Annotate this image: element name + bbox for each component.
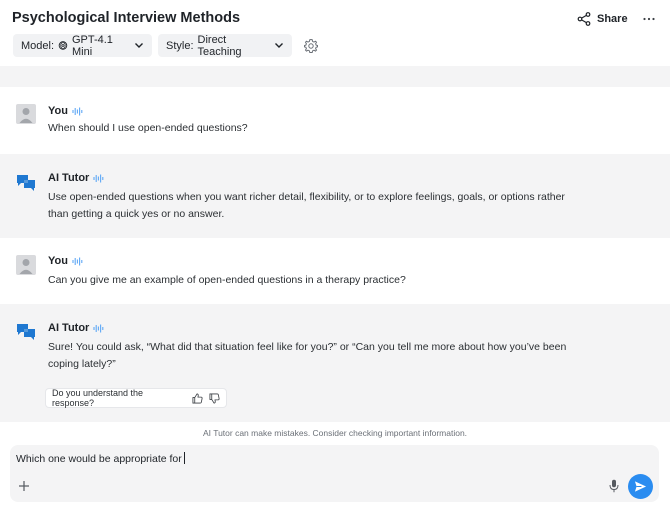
- audio-wave-icon[interactable]: [93, 174, 104, 183]
- model-selector[interactable]: Model: GPT-4.1 Mini: [13, 33, 152, 58]
- share-button[interactable]: Share: [577, 10, 628, 28]
- thumbs-up-icon: [192, 393, 203, 403]
- message-sender: You: [48, 105, 83, 117]
- share-label: Share: [597, 13, 628, 25]
- header-bar: Psychological Interview Methods Share Mo…: [0, 0, 670, 66]
- message-text: Can you give me an example of open-ended…: [48, 274, 406, 286]
- thumbs-up-button[interactable]: [192, 393, 203, 404]
- style-prefix: Style:: [166, 39, 194, 52]
- more-icon: [643, 17, 655, 21]
- chat-bubbles-icon: [17, 324, 35, 340]
- chevron-down-icon: [275, 43, 283, 48]
- gear-icon[interactable]: [303, 38, 319, 54]
- send-button[interactable]: [628, 474, 653, 499]
- model-value: GPT-4.1 Mini: [71, 33, 113, 58]
- message-ai-previous: [0, 66, 670, 87]
- send-icon: [634, 481, 647, 492]
- thumbs-down-icon: [209, 393, 220, 403]
- microphone-icon[interactable]: [609, 479, 619, 493]
- audio-wave-icon[interactable]: [72, 107, 83, 116]
- message-text: When should I use open-ended questions?: [48, 122, 248, 134]
- user-avatar-icon: [16, 104, 36, 124]
- chat-thread[interactable]: You When should I use open-ended questio…: [0, 66, 670, 422]
- message-sender: AI Tutor: [48, 322, 104, 334]
- audio-wave-icon[interactable]: [72, 257, 83, 266]
- thumbs-down-button[interactable]: [209, 393, 220, 404]
- feedback-prompt: Do you understand the response?: [45, 388, 227, 408]
- chat-bubbles-icon: [17, 175, 35, 191]
- openai-logo-icon: [58, 41, 68, 50]
- message-sender: You: [48, 255, 83, 267]
- disclaimer-text: AI Tutor can make mistakes. Consider che…: [202, 428, 468, 438]
- message-user: You Can you give me an example of open-e…: [0, 238, 670, 304]
- share-icon: [577, 12, 591, 26]
- model-prefix: Model:: [21, 39, 55, 52]
- message-text: Sure! You could ask, “What did that situ…: [48, 341, 567, 370]
- plus-icon[interactable]: [18, 480, 30, 492]
- message-sender: AI Tutor: [48, 172, 104, 184]
- style-selector[interactable]: Style: Direct Teaching: [158, 33, 292, 58]
- style-value: Direct Teaching: [197, 33, 242, 58]
- message-user: You When should I use open-ended questio…: [0, 87, 670, 154]
- chevron-down-icon: [135, 43, 143, 48]
- user-avatar-icon: [16, 255, 36, 275]
- message-composer[interactable]: Which one would be appropriate for: [10, 445, 659, 502]
- message-ai: AI Tutor Use open-ended questions when y…: [0, 154, 670, 238]
- feedback-question: Do you understand the response?: [52, 388, 144, 408]
- page-title: Psychological Interview Methods: [12, 10, 241, 26]
- message-ai: AI Tutor Sure! You could ask, “What did …: [0, 304, 670, 422]
- text-caret: [183, 452, 185, 464]
- more-options-button[interactable]: [641, 10, 657, 28]
- message-text: Use open-ended questions when you want r…: [48, 191, 565, 220]
- audio-wave-icon[interactable]: [93, 324, 104, 333]
- message-input[interactable]: Which one would be appropriate for: [16, 452, 185, 465]
